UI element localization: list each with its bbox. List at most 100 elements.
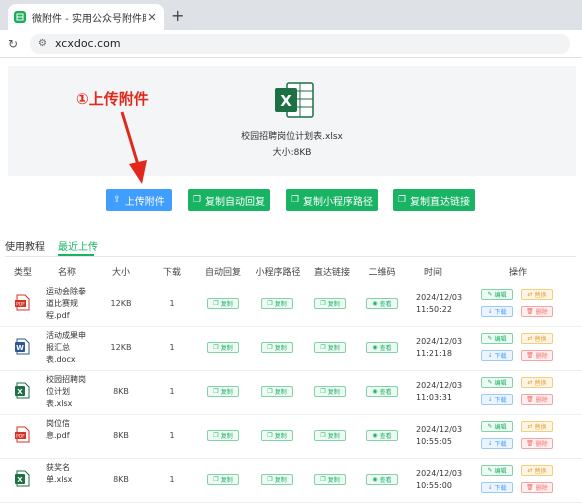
edit-button[interactable]: ✎ 编辑 — [481, 289, 513, 300]
tab-tutorial[interactable]: 使用教程 — [5, 238, 45, 253]
trash-icon: 🗑 — [526, 396, 534, 403]
replace-label: 替换 — [534, 336, 547, 343]
upload-attachment-button[interactable]: ⇪ 上传附件 — [106, 189, 172, 211]
delete-label: 删除 — [535, 309, 548, 316]
copy-auto-reply-tag[interactable]: ❐ 复制 — [207, 342, 239, 353]
excel-file-icon: X — [275, 82, 314, 118]
copy-miniprogram-path-button[interactable]: ❐ 复制小程序路径 — [286, 189, 378, 211]
replace-label: 替换 — [534, 380, 547, 387]
reload-icon[interactable]: ↻ — [8, 37, 22, 51]
edit-button[interactable]: ✎ 编辑 — [481, 421, 513, 432]
edit-button[interactable]: ✎ 编辑 — [481, 465, 513, 476]
replace-button[interactable]: ⇄ 替换 — [521, 377, 553, 388]
replace-label: 替换 — [534, 424, 547, 431]
upload-time: 2024/12/03 11:21:18 — [416, 337, 463, 358]
copy-miniprogram-path-tag[interactable]: ❐ 复制 — [261, 430, 293, 441]
copy-miniprogram-path-tag[interactable]: ❐ 复制 — [261, 298, 293, 309]
copy-label: 复制 — [220, 301, 233, 308]
eye-icon: ◉ — [372, 344, 378, 351]
copy-direct-link-tag[interactable]: ❐ 复制 — [314, 430, 346, 441]
view-label: 查看 — [379, 389, 392, 396]
replace-button[interactable]: ⇄ 替换 — [521, 465, 553, 476]
delete-button[interactable]: 🗑 删除 — [521, 438, 553, 449]
download-icon: ↓ — [487, 308, 493, 315]
upload-time: 2024/12/03 10:55:05 — [416, 425, 463, 446]
view-label: 查看 — [379, 433, 392, 440]
content-tabs: 使用教程 最近上传 — [5, 232, 576, 257]
copy-icon: ❐ — [213, 300, 219, 307]
file-size: 12KB — [110, 343, 132, 352]
replace-label: 替换 — [534, 468, 547, 475]
copy-direct-link-tag[interactable]: ❐ 复制 — [314, 474, 346, 485]
download-button[interactable]: ↓ 下载 — [481, 394, 513, 405]
file-name[interactable]: 活动成果申报汇总表.docx — [46, 330, 92, 366]
new-tab-button[interactable]: + — [171, 6, 184, 25]
table-row: X 获奖名单.xlsx 8KB 1 ❐ 复制 ❐ 复制 ❐ 复制 ◉ 查看 2024/12/03 10:… — [0, 459, 582, 503]
file-name[interactable]: 校园招聘岗位计划表.xlsx — [46, 374, 92, 410]
trash-icon: 🗑 — [526, 308, 534, 315]
header-miniprogram-path: 小程序路径 — [255, 268, 301, 278]
view-qrcode-tag[interactable]: ◉ 查看 — [366, 342, 398, 353]
download-button[interactable]: ↓ 下载 — [481, 306, 513, 317]
replace-button[interactable]: ⇄ 替换 — [521, 289, 553, 300]
copy-direct-link-tag[interactable]: ❐ 复制 — [314, 386, 346, 397]
copy-auto-reply-tag[interactable]: ❐ 复制 — [207, 430, 239, 441]
close-tab-icon[interactable]: ✕ — [146, 11, 158, 24]
copy-miniprogram-path-tag[interactable]: ❐ 复制 — [261, 342, 293, 353]
view-qrcode-tag[interactable]: ◉ 查看 — [366, 298, 398, 309]
download-button[interactable]: ↓ 下载 — [481, 350, 513, 361]
copy-icon: ❐ — [213, 432, 219, 439]
copy-icon: ❐ — [213, 344, 219, 351]
view-qrcode-tag[interactable]: ◉ 查看 — [366, 474, 398, 485]
download-icon: ↓ — [487, 484, 493, 491]
header-size: 大小 — [111, 268, 130, 278]
delete-button[interactable]: 🗑 删除 — [521, 482, 553, 493]
copy-direct-link-button[interactable]: ❐ 复制直达链接 — [393, 189, 475, 211]
url-field[interactable]: ⚙ xcxdoc.com — [30, 33, 570, 54]
file-name[interactable]: 运动会除拳道比赛规程.pdf — [46, 286, 92, 322]
delete-button[interactable]: 🗑 删除 — [521, 394, 553, 405]
copy-auto-reply-button[interactable]: ❐ 复制自动回复 — [188, 189, 270, 211]
svg-text:PDF: PDF — [16, 302, 25, 308]
replace-icon: ⇄ — [527, 379, 533, 386]
tab-recent-uploads[interactable]: 最近上传 — [58, 238, 98, 253]
edit-icon: ✎ — [487, 467, 493, 474]
view-label: 查看 — [379, 345, 392, 352]
copy-auto-reply-tag[interactable]: ❐ 复制 — [207, 298, 239, 309]
delete-button[interactable]: 🗑 删除 — [521, 306, 553, 317]
copy-direct-link-tag[interactable]: ❐ 复制 — [314, 342, 346, 353]
address-bar: ↻ ⚙ xcxdoc.com — [0, 30, 582, 58]
view-qrcode-tag[interactable]: ◉ 查看 — [366, 386, 398, 397]
copy-direct-link-label: 复制直达链接 — [410, 196, 471, 208]
copy-direct-link-tag[interactable]: ❐ 复制 — [314, 298, 346, 309]
trash-icon: 🗑 — [526, 440, 534, 447]
active-tab-underline — [58, 254, 94, 256]
excel-file-icon: X — [14, 470, 31, 487]
size-value: 8KB — [293, 148, 312, 158]
file-name[interactable]: 岗位信息.pdf — [46, 418, 92, 442]
replace-button[interactable]: ⇄ 替换 — [521, 333, 553, 344]
site-info-icon[interactable]: ⚙ — [38, 38, 47, 49]
download-button[interactable]: ↓ 下载 — [481, 438, 513, 449]
copy-icon: ❐ — [213, 388, 219, 395]
copy-miniprogram-path-label: 复制小程序路径 — [303, 196, 374, 208]
header-qrcode: 二维码 — [368, 268, 396, 278]
browser-tab[interactable]: 微附件 - 实用公众号附件助手, 在线... ✕ — [8, 4, 164, 30]
svg-text:X: X — [17, 476, 23, 484]
edit-button[interactable]: ✎ 编辑 — [481, 333, 513, 344]
copy-miniprogram-path-tag[interactable]: ❐ 复制 — [261, 386, 293, 397]
copy-label: 复制 — [274, 345, 287, 352]
delete-button[interactable]: 🗑 删除 — [521, 350, 553, 361]
copy-icon: ❐ — [320, 432, 326, 439]
file-name[interactable]: 获奖名单.xlsx — [46, 462, 92, 486]
copy-label: 复制 — [274, 477, 287, 484]
copy-miniprogram-path-tag[interactable]: ❐ 复制 — [261, 474, 293, 485]
edit-button[interactable]: ✎ 编辑 — [481, 377, 513, 388]
copy-auto-reply-tag[interactable]: ❐ 复制 — [207, 386, 239, 397]
view-qrcode-tag[interactable]: ◉ 查看 — [366, 430, 398, 441]
copy-icon: ❐ — [290, 195, 300, 205]
view-label: 查看 — [379, 477, 392, 484]
copy-auto-reply-tag[interactable]: ❐ 复制 — [207, 474, 239, 485]
replace-button[interactable]: ⇄ 替换 — [521, 421, 553, 432]
download-button[interactable]: ↓ 下载 — [481, 482, 513, 493]
